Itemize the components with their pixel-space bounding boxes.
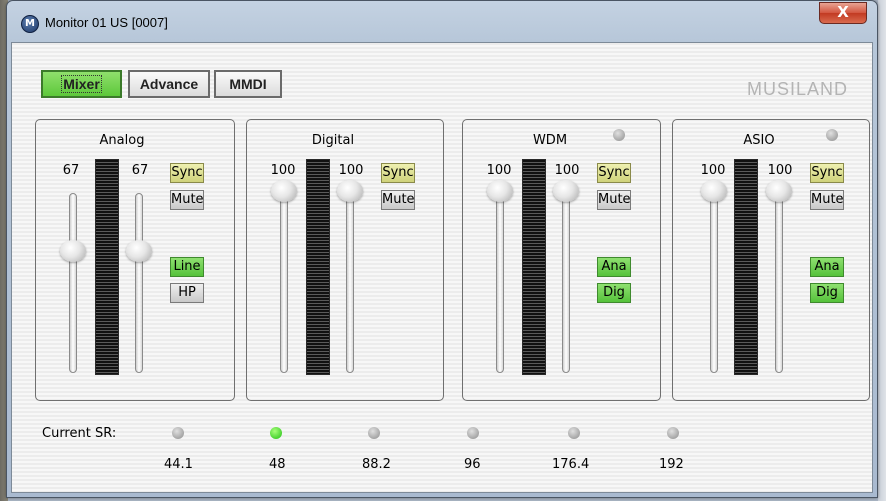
wdm-left-fader-track[interactable] (496, 193, 504, 373)
wdm-right-fader-track[interactable] (562, 193, 570, 373)
analog-level-meter (95, 159, 119, 375)
analog-line-button[interactable]: Line (170, 257, 204, 277)
monitor-window: M Monitor 01 US [0007] X Mixer Advance M… (6, 0, 878, 498)
tab-mmdi[interactable]: MMDI (214, 70, 282, 98)
asio-right-fader-track[interactable] (775, 193, 783, 373)
app-icon: M (21, 15, 39, 33)
asio-sync-button[interactable]: Sync (810, 163, 844, 183)
sr-192-label: 192 (659, 457, 684, 472)
analog-mute-button[interactable]: Mute (170, 190, 204, 210)
wdm-left-fader-knob[interactable] (487, 180, 513, 202)
brand-logo: MUSILAND (747, 79, 849, 99)
sr-44-1-label: 44.1 (164, 457, 193, 472)
analog-right-fader-track[interactable] (135, 193, 143, 373)
wdm-level-meter (522, 159, 546, 375)
asio-right-fader-knob[interactable] (766, 180, 792, 202)
analog-sync-button[interactable]: Sync (170, 163, 204, 183)
tab-mmdi-label: MMDI (229, 76, 267, 92)
asio-dig-button[interactable]: Dig (810, 283, 844, 303)
tab-advance[interactable]: Advance (128, 70, 210, 98)
sr-176-4-label: 176.4 (552, 457, 590, 472)
wdm-left-value: 100 (486, 163, 512, 178)
tab-mixer[interactable]: Mixer (41, 70, 122, 98)
analog-left-fader-track[interactable] (69, 193, 77, 373)
analog-right-value: 67 (131, 163, 149, 178)
asio-left-fader-knob[interactable] (701, 180, 727, 202)
analog-left-value: 67 (62, 163, 80, 178)
sr-48-label: 48 (269, 457, 286, 472)
digital-sync-button[interactable]: Sync (381, 163, 415, 183)
desktop-background-right (878, 0, 886, 501)
analog-right-fader-knob[interactable] (126, 240, 152, 262)
wdm-right-fader-knob[interactable] (553, 180, 579, 202)
wdm-ana-button[interactable]: Ana (597, 257, 631, 277)
sr-48-led (270, 427, 282, 439)
tab-mixer-label: Mixer (61, 75, 102, 93)
asio-left-value: 100 (700, 163, 726, 178)
asio-level-meter (734, 159, 758, 375)
analog-title: Analog (99, 133, 145, 148)
wdm-dig-button[interactable]: Dig (597, 283, 631, 303)
asio-title: ASIO (743, 133, 775, 148)
digital-right-fader-knob[interactable] (337, 180, 363, 202)
wdm-title: WDM (532, 133, 568, 148)
digital-left-value: 100 (270, 163, 296, 178)
wdm-mute-button[interactable]: Mute (597, 190, 631, 210)
sr-96-label: 96 (464, 457, 481, 472)
asio-left-fader-track[interactable] (710, 193, 718, 373)
sr-44-1-led (172, 427, 184, 439)
asio-ana-button[interactable]: Ana (810, 257, 844, 277)
digital-level-meter (306, 159, 330, 375)
window-title: Monitor 01 US [0007] (45, 15, 168, 30)
digital-panel (246, 119, 444, 401)
digital-right-value: 100 (338, 163, 364, 178)
asio-status-led (826, 129, 838, 141)
current-sr-label: Current SR: (42, 426, 117, 441)
analog-hp-button[interactable]: HP (170, 283, 204, 303)
tab-advance-label: Advance (139, 76, 199, 92)
digital-mute-button[interactable]: Mute (381, 190, 415, 210)
asio-mute-button[interactable]: Mute (810, 190, 844, 210)
title-bar[interactable]: M Monitor 01 US [0007] X (7, 1, 877, 47)
digital-left-fader-track[interactable] (280, 193, 288, 373)
client-area: Mixer Advance MMDI MUSILAND Analog 67 67… (11, 42, 873, 493)
close-button[interactable]: X (819, 2, 867, 24)
digital-title: Digital (311, 133, 355, 148)
sr-96-led (467, 427, 479, 439)
sr-192-led (667, 427, 679, 439)
sr-176-4-led (568, 427, 580, 439)
digital-right-fader-track[interactable] (346, 193, 354, 373)
analog-left-fader-knob[interactable] (60, 240, 86, 262)
sr-88-2-label: 88.2 (362, 457, 391, 472)
asio-right-value: 100 (767, 163, 793, 178)
wdm-status-led (613, 129, 625, 141)
sr-88-2-led (368, 427, 380, 439)
wdm-sync-button[interactable]: Sync (597, 163, 631, 183)
digital-left-fader-knob[interactable] (271, 180, 297, 202)
close-icon: X (837, 3, 849, 21)
wdm-right-value: 100 (554, 163, 580, 178)
